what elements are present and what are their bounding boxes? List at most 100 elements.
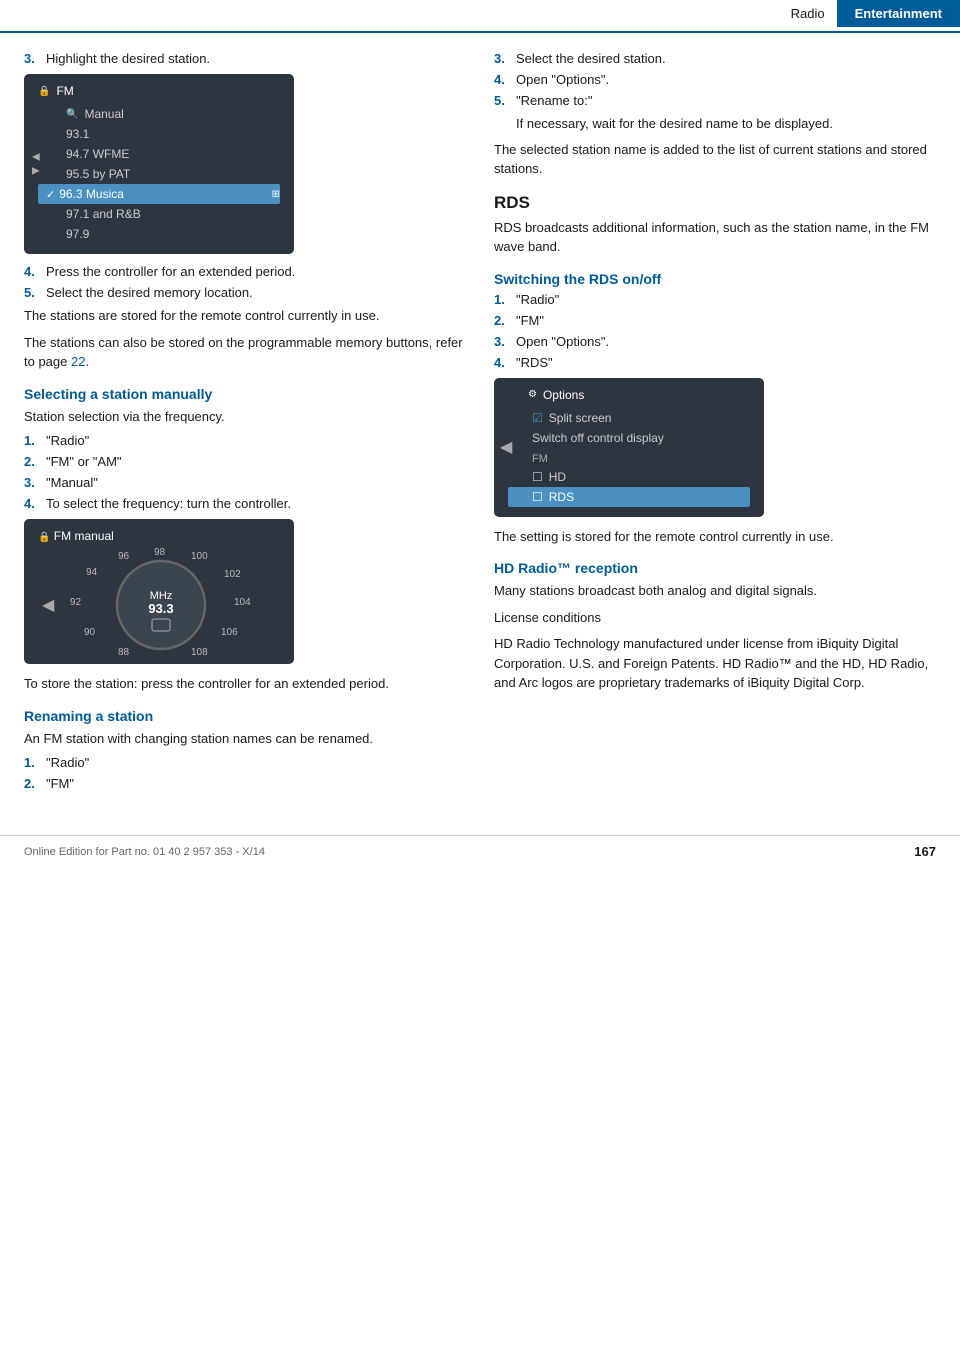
ren-step-5-text: "Rename to:" [516, 93, 592, 108]
ren-step-5-sub: If necessary, wait for the desired name … [494, 114, 936, 134]
step-5: 5. Select the desired memory location. [24, 285, 466, 300]
ren-step-3-text: Select the desired station. [516, 51, 666, 66]
sw-step-4-text: "RDS" [516, 355, 553, 370]
record-icon: ⊞ [272, 189, 280, 200]
fm-menu-955: 95.5 by PAT [38, 164, 280, 184]
dial-area: ◀ 88 90 92 94 96 98 100 102 104 106 108 [38, 547, 284, 662]
svg-text:92: 92 [70, 597, 82, 608]
sel-step-3-num: 3. [24, 475, 46, 490]
fm-menu-971: 97.1 and R&B [38, 204, 280, 224]
options-screen: ◀ ⚙ Options ☑ Split screen Switch off co… [494, 378, 764, 517]
svg-text:104: 104 [234, 597, 251, 608]
hd-label: HD [549, 470, 566, 484]
fm-manual-title: 🔒 FM manual [38, 529, 284, 543]
sw-step-4: 4. "RDS" [494, 355, 936, 370]
svg-text:108: 108 [191, 647, 208, 657]
ren-step-1-text: "Radio" [46, 755, 89, 770]
renaming-sub: An FM station with changing station name… [24, 729, 466, 749]
step-4-text: Press the controller for an extended per… [46, 264, 295, 279]
sw-step-3-text: Open "Options". [516, 334, 609, 349]
sel-step-1-num: 1. [24, 433, 46, 448]
ren-para: The selected station name is added to th… [494, 140, 936, 179]
step-5-num: 5. [24, 285, 46, 300]
hd-para-3: HD Radio Technology manufactured under l… [494, 634, 936, 693]
fm-screen-title: 🔒 FM [38, 84, 280, 98]
options-title: ⚙ Options [508, 388, 750, 402]
right-column: 3. Select the desired station. 4. Open "… [494, 51, 936, 797]
selecting-heading: Selecting a station manually [24, 386, 466, 402]
store-para-2: The stations can also be stored on the p… [24, 333, 466, 372]
ren-step-5-num: 5. [494, 93, 516, 108]
sw-step-1: 1. "Radio" [494, 292, 936, 307]
ren-step-2-text: "FM" [46, 776, 74, 791]
split-screen-label: Split screen [549, 411, 612, 425]
sel-step-3: 3. "Manual" [24, 475, 466, 490]
search-icon: 🔍 [66, 109, 78, 120]
options-rds: ☐ RDS [508, 487, 750, 507]
ren-step-4-text: Open "Options". [516, 72, 609, 87]
rds-para: RDS broadcasts additional information, s… [494, 218, 936, 257]
step-3-text: Highlight the desired station. [46, 51, 210, 66]
ren-step-4-num: 4. [494, 72, 516, 87]
step-3-num: 3. [24, 51, 46, 66]
nav-down-icon: ▶ [32, 166, 40, 177]
hd-checkbox-icon: ☐ [532, 470, 543, 484]
footer-online-text: Online Edition for Part no. 01 40 2 957 … [24, 846, 265, 858]
sw-step-2-num: 2. [494, 313, 516, 328]
store-para-1: The stations are stored for the remote c… [24, 306, 466, 326]
sel-step-2: 2. "FM" or "AM" [24, 454, 466, 469]
options-gear-icon: ⚙ [528, 389, 537, 400]
ren-step-4: 4. Open "Options". [494, 72, 936, 87]
fm-menu-979: 97.9 [38, 224, 280, 244]
ren-step-5: 5. "Rename to:" [494, 93, 936, 108]
footer-page-number: 167 [914, 844, 936, 859]
step-3-highlight: 3. Highlight the desired station. [24, 51, 466, 66]
sw-step-1-text: "Radio" [516, 292, 559, 307]
fm-menu-947: 94.7 WFME [38, 144, 280, 164]
header-radio-label: Radio [779, 2, 837, 25]
svg-text:100: 100 [191, 551, 208, 562]
sw-step-3: 3. Open "Options". [494, 334, 936, 349]
lock-icon-2: 🔒 [38, 532, 50, 543]
svg-text:93.3: 93.3 [148, 601, 173, 616]
options-label: Options [543, 388, 584, 402]
header-entertainment-label: Entertainment [837, 0, 960, 27]
sw-step-2: 2. "FM" [494, 313, 936, 328]
sw-step-1-num: 1. [494, 292, 516, 307]
selecting-sub: Station selection via the frequency. [24, 407, 466, 427]
dial-svg: 88 90 92 94 96 98 100 102 104 106 108 MH… [56, 547, 276, 657]
switch-off-label: Switch off control display [532, 431, 664, 445]
fm-menu-931: 93.1 [38, 124, 280, 144]
sel-step-1: 1. "Radio" [24, 433, 466, 448]
para2-part2: . [85, 354, 89, 369]
ren-step-2: 2. "FM" [24, 776, 466, 791]
rds-option-label: RDS [549, 490, 574, 504]
setting-para: The setting is stored for the remote con… [494, 527, 936, 547]
sel-step-3-text: "Manual" [46, 475, 98, 490]
lock-icon: 🔒 [38, 86, 50, 97]
ren-step-3: 3. Select the desired station. [494, 51, 936, 66]
svg-text:106: 106 [221, 627, 238, 638]
sel-step-4-num: 4. [24, 496, 46, 511]
options-nav-left-icon: ◀ [500, 437, 512, 457]
fm-manual-screen: 🔒 FM manual ◀ 88 90 92 94 96 98 100 102 [24, 519, 294, 664]
hd-para-1: Many stations broadcast both analog and … [494, 581, 936, 601]
svg-text:96: 96 [118, 551, 130, 562]
hd-radio-heading: HD Radio™ reception [494, 560, 936, 576]
page-22-link[interactable]: 22 [71, 354, 85, 369]
para2-part1: The stations can also be stored on the p… [24, 335, 463, 370]
store-station-para: To store the station: press the controll… [24, 674, 466, 694]
ren-step-1: 1. "Radio" [24, 755, 466, 770]
hd-para-2: License conditions [494, 608, 936, 628]
page-header: Radio Entertainment [0, 0, 960, 33]
fm-menu-963: ✓ 96.3 Musica ⊞ [38, 184, 280, 204]
svg-text:94: 94 [86, 567, 98, 578]
nav-up-icon: ◀ [32, 152, 40, 163]
ren-step-3-num: 3. [494, 51, 516, 66]
step-4: 4. Press the controller for an extended … [24, 264, 466, 279]
sel-step-2-num: 2. [24, 454, 46, 469]
sel-step-4-text: To select the frequency: turn the contro… [46, 496, 291, 511]
sw-step-3-num: 3. [494, 334, 516, 349]
ren-step-2-num: 2. [24, 776, 46, 791]
svg-text:88: 88 [118, 647, 130, 657]
